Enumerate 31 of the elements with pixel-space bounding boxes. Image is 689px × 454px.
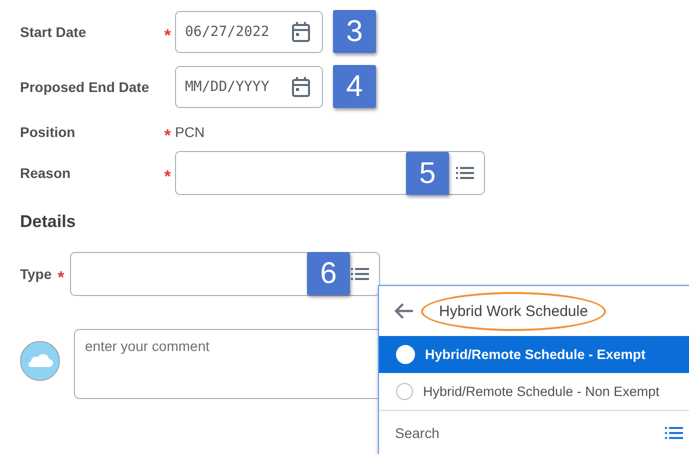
step-badge: 6 [307, 252, 350, 295]
back-arrow-icon[interactable] [393, 302, 415, 320]
field-label: Proposed End Date [20, 79, 150, 95]
date-field[interactable]: 06/27/2022 [175, 11, 323, 53]
option-label: Hybrid/Remote Schedule - Exempt [425, 347, 646, 362]
list-icon[interactable] [665, 426, 683, 440]
list-icon[interactable] [456, 166, 474, 180]
calendar-icon[interactable] [291, 21, 311, 43]
category-title[interactable]: Hybrid Work Schedule [421, 292, 606, 330]
prompt-field[interactable] [70, 252, 380, 296]
field-label: Start Date [20, 24, 88, 40]
option-item[interactable]: Hybrid/Remote Schedule - Exempt [379, 336, 689, 373]
required-mark: * [164, 126, 171, 144]
field-value: PCN [175, 124, 205, 140]
step-badge: 5 [406, 152, 449, 195]
radio-button[interactable] [396, 383, 413, 400]
section-heading: Details [20, 212, 77, 232]
required-mark: * [164, 168, 171, 184]
date-field[interactable]: MM/DD/YYYY [175, 66, 323, 108]
step-badge: 4 [333, 65, 376, 108]
required-mark: * [164, 26, 171, 44]
field-label: Position [20, 124, 76, 140]
field-label: Reason [20, 165, 72, 181]
calendar-icon[interactable] [291, 76, 311, 98]
required-mark: * [58, 268, 64, 286]
prompt-field[interactable] [175, 151, 485, 195]
avatar-cloud-icon [20, 341, 60, 381]
step-badge: 3 [333, 10, 376, 53]
field-label: Type [20, 266, 52, 282]
list-icon[interactable] [351, 267, 370, 281]
option-label: Hybrid/Remote Schedule - Non Exempt [423, 384, 660, 399]
